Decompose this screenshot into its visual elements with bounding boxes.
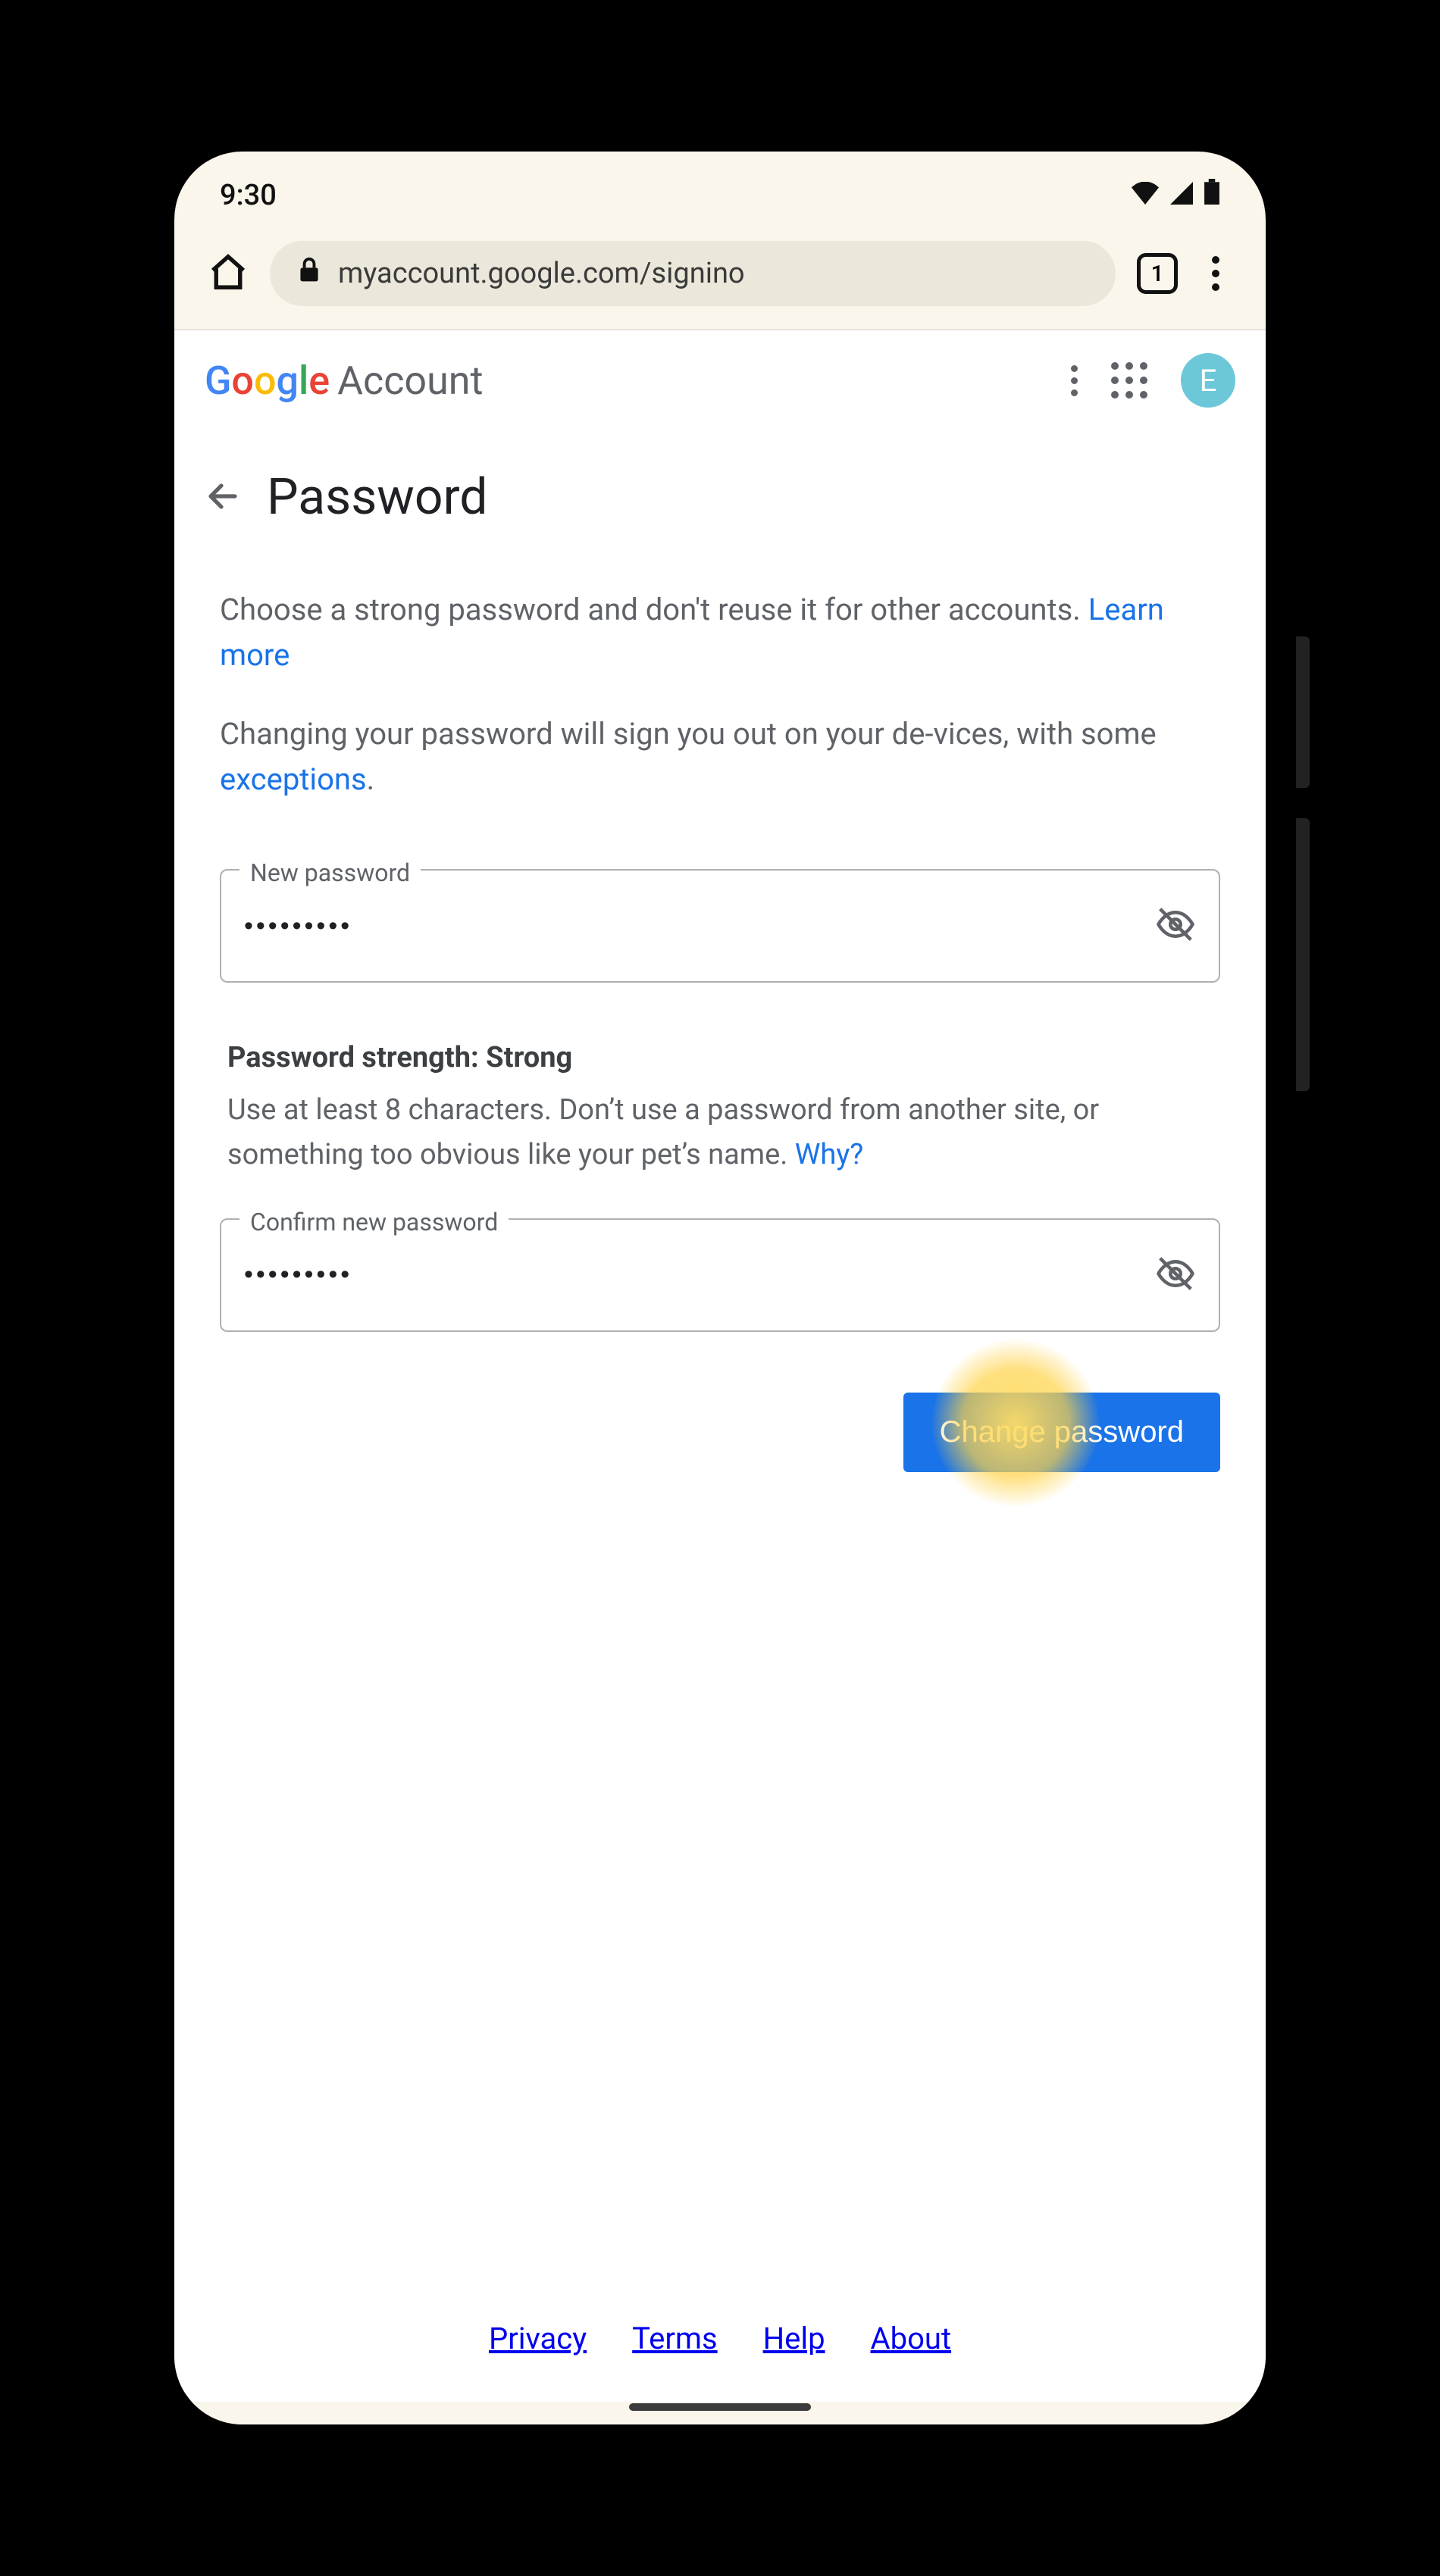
nav-handle[interactable]	[629, 2403, 811, 2411]
url-text: myaccount.google.com/signino	[338, 257, 745, 290]
visibility-off-icon[interactable]	[1155, 904, 1196, 948]
tab-count: 1	[1150, 261, 1163, 287]
footer-about-link[interactable]: About	[871, 2321, 952, 2356]
browser-toolbar: myaccount.google.com/signino 1	[174, 223, 1266, 329]
browser-menu-icon[interactable]	[1199, 256, 1232, 291]
phone-side-button	[1296, 818, 1310, 1091]
page-title-row: Password	[174, 423, 1266, 542]
google-account-logo[interactable]: G o o g l e Account	[205, 358, 483, 404]
status-icons	[1131, 179, 1220, 212]
wifi-icon	[1131, 179, 1160, 212]
visibility-off-icon[interactable]	[1155, 1253, 1196, 1297]
password-strength-label: Password strength: Strong	[227, 1036, 1213, 1080]
confirm-password-field-wrap: Confirm new password	[220, 1218, 1220, 1332]
address-bar[interactable]: myaccount.google.com/signino	[270, 241, 1116, 306]
new-password-label: New password	[239, 858, 421, 887]
screen: 9:30 myaccount.g	[174, 152, 1266, 2424]
footer-privacy-link[interactable]: Privacy	[489, 2321, 587, 2356]
change-password-button[interactable]: Change password	[903, 1393, 1220, 1472]
page-content: G o o g l e Account E	[174, 329, 1266, 2424]
footer-help-link[interactable]: Help	[763, 2321, 825, 2356]
home-icon[interactable]	[208, 252, 249, 295]
cellular-icon	[1169, 179, 1194, 212]
why-link[interactable]: Why?	[795, 1138, 864, 1171]
confirm-password-label: Confirm new password	[239, 1208, 509, 1236]
confirm-password-input[interactable]	[244, 1260, 1155, 1290]
avatar-initial: E	[1200, 363, 1217, 399]
intro-text: Choose a strong password and don't reuse…	[174, 542, 1266, 836]
new-password-input[interactable]	[244, 911, 1155, 941]
phone-side-button	[1296, 636, 1310, 788]
account-avatar[interactable]: E	[1181, 353, 1235, 408]
password-strength-block: Password strength: Strong Use at least 8…	[174, 983, 1266, 1177]
footer-links: Privacy Terms Help About	[174, 2290, 1266, 2402]
app-header: G o o g l e Account E	[174, 330, 1266, 423]
battery-icon	[1204, 179, 1220, 212]
action-row: Change password	[174, 1332, 1266, 1472]
apps-grid-icon[interactable]	[1111, 362, 1147, 399]
lock-icon	[297, 256, 321, 291]
footer-terms-link[interactable]: Terms	[632, 2321, 717, 2356]
page-title: Password	[267, 468, 488, 527]
status-time: 9:30	[220, 179, 277, 212]
new-password-field-wrap: New password	[220, 869, 1220, 983]
tabs-button[interactable]: 1	[1137, 253, 1178, 294]
back-arrow-icon[interactable]	[205, 478, 241, 517]
status-bar: 9:30	[174, 152, 1266, 223]
phone-frame: 9:30 myaccount.g	[144, 121, 1296, 2455]
exceptions-link[interactable]: exceptions	[220, 761, 367, 797]
gesture-nav-bar	[174, 2402, 1266, 2424]
page-menu-icon[interactable]	[1071, 365, 1078, 396]
